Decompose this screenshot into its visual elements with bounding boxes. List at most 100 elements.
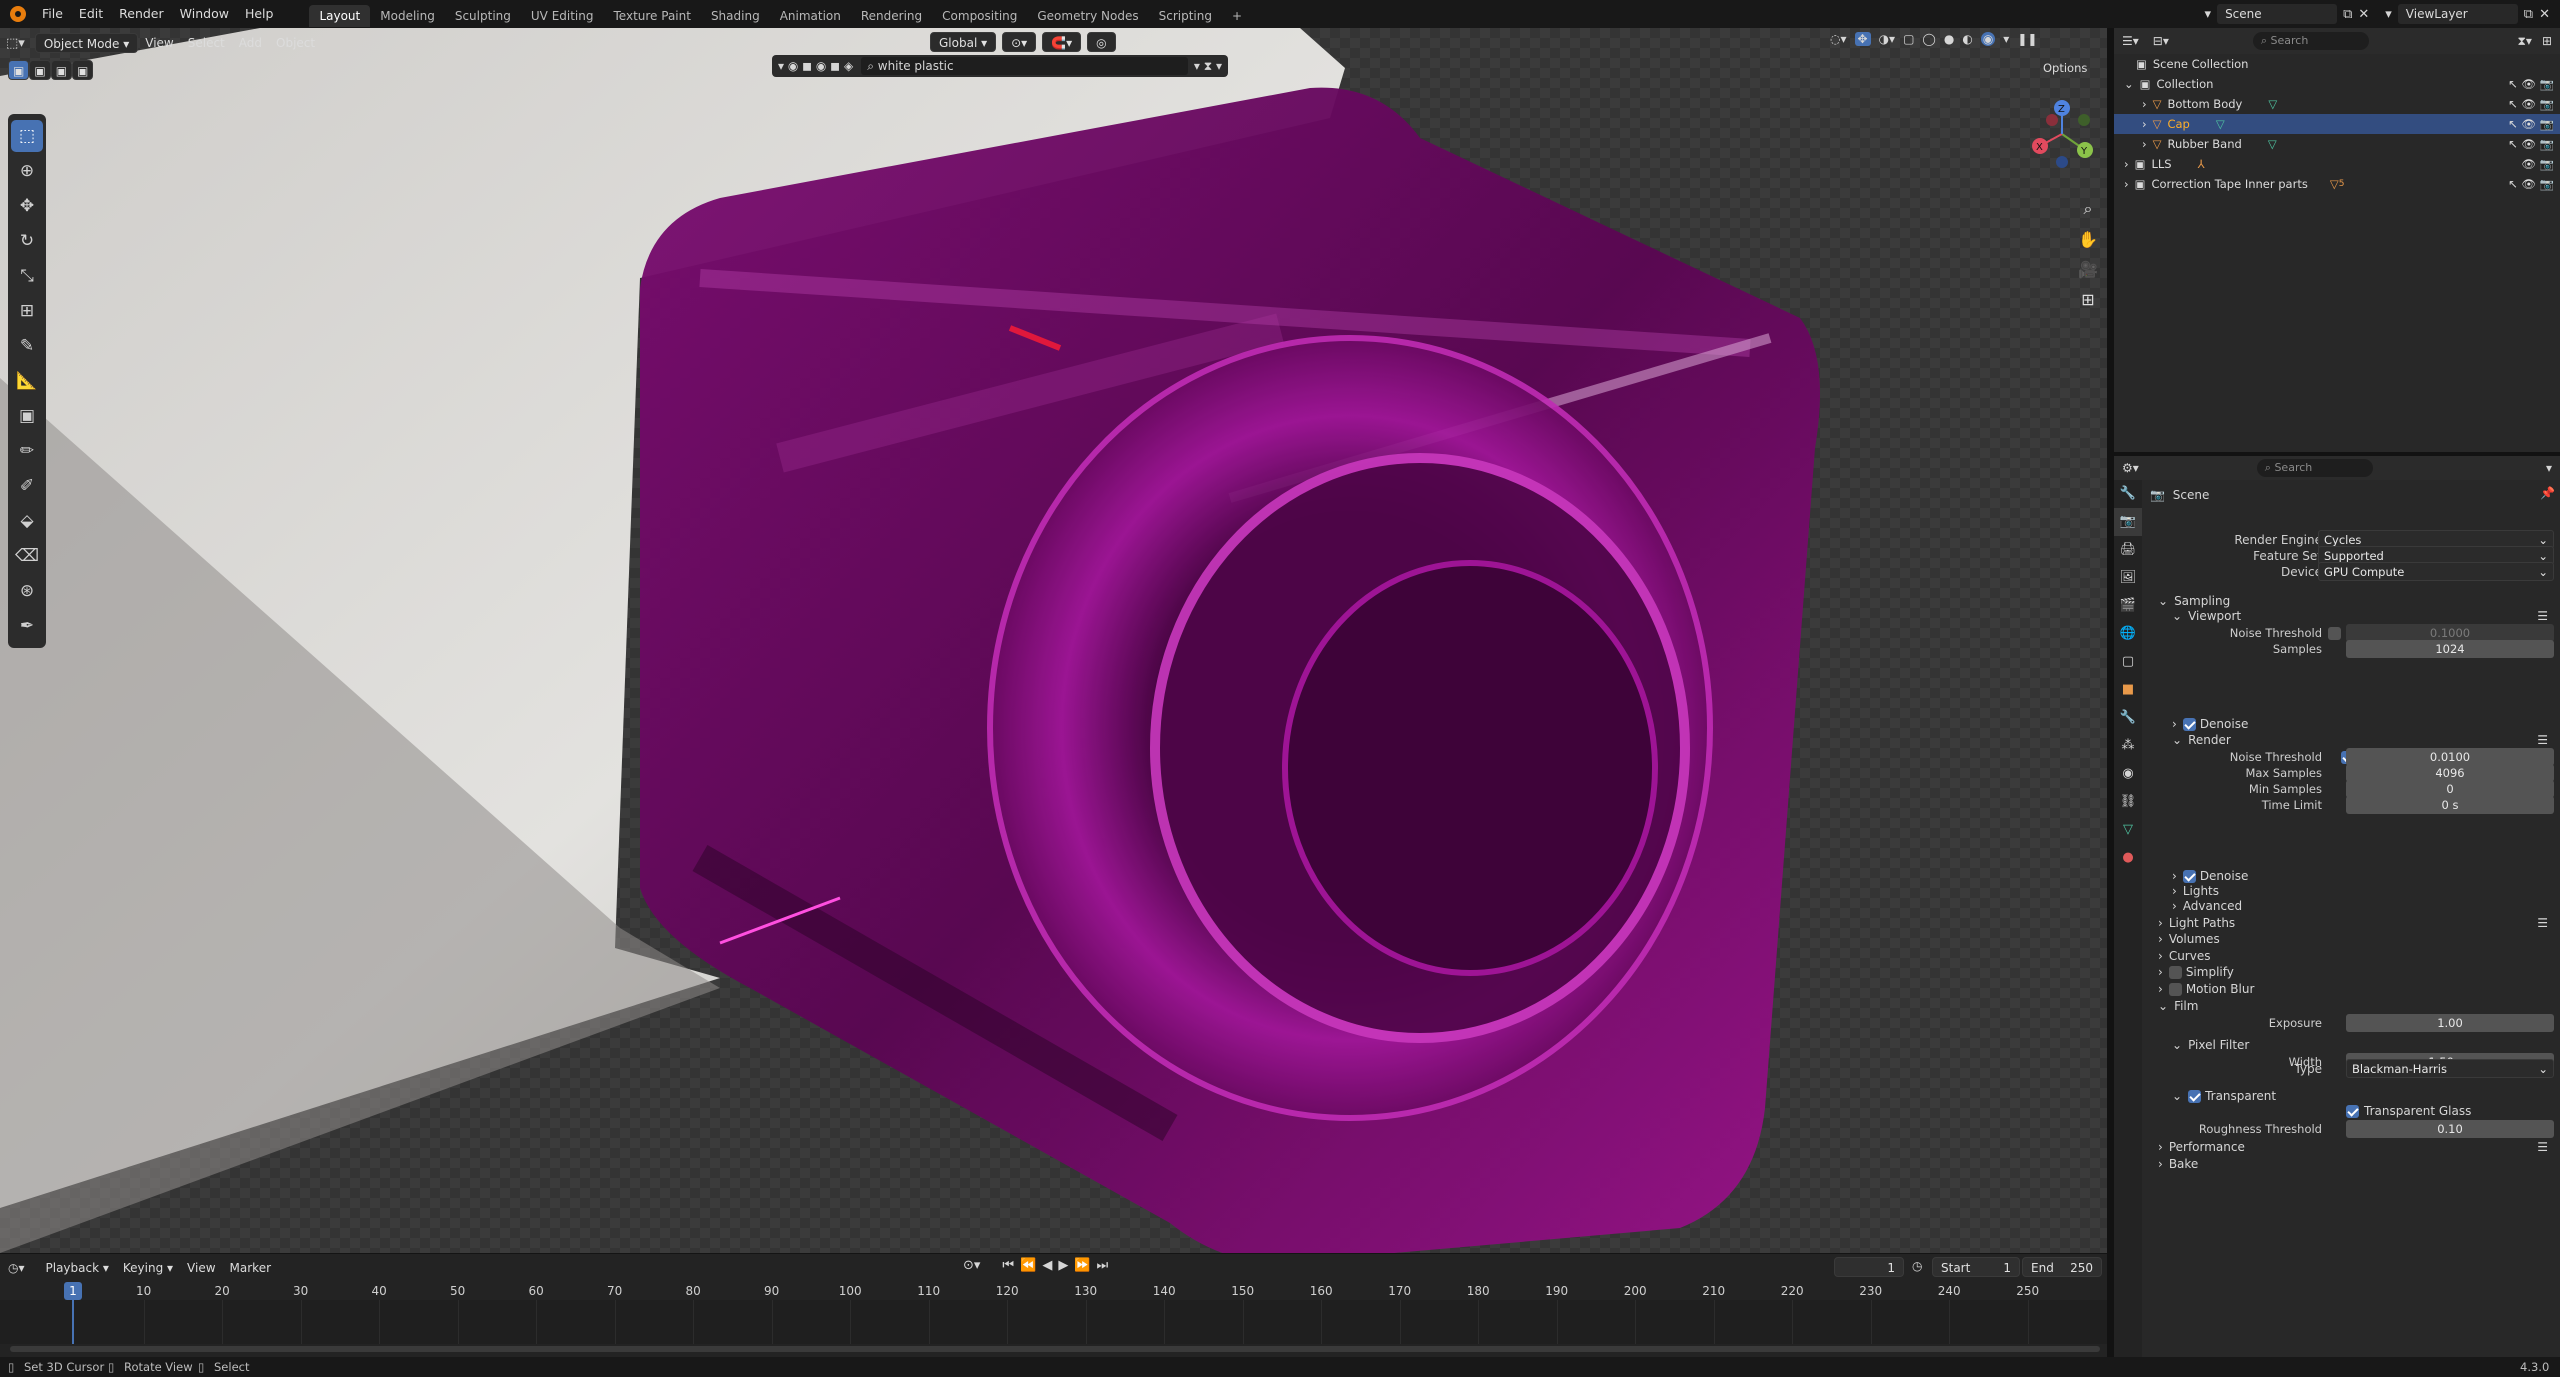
annotate-icon[interactable]: ✎ xyxy=(11,330,43,362)
area-divider-vertical[interactable] xyxy=(2107,28,2114,1357)
motion-blur-panel-checkbox[interactable] xyxy=(2168,983,2182,996)
properties-search-field[interactable]: ⌕ Search xyxy=(2256,459,2373,477)
data-tab-icon[interactable]: ▽ xyxy=(2114,816,2142,844)
world-tab-icon[interactable]: 🌐 xyxy=(2114,620,2142,648)
prev-keyframe-icon[interactable]: ⏪ xyxy=(1020,1258,1036,1273)
add-workspace-button[interactable]: + xyxy=(1222,5,1252,27)
row-toggles-icon[interactable]: ↖ 👁 📷 xyxy=(2508,74,2554,94)
expand-arrow-icon[interactable]: ⌄ xyxy=(2124,74,2134,94)
outliner-row-cap[interactable]: › ▽ Cap ▽ ↖ 👁 📷 xyxy=(2114,114,2560,134)
grid-perspective-icon[interactable]: ⊞ xyxy=(2073,284,2103,314)
expand-arrow-icon[interactable]: › xyxy=(2142,114,2147,134)
pin-icon[interactable]: 📌 xyxy=(2540,486,2555,500)
sample-icon[interactable]: ✒ xyxy=(11,610,43,642)
mode-selector[interactable]: Object Mode ▾ xyxy=(34,33,139,53)
device-dropdown[interactable]: GPU Compute ⌄ xyxy=(2318,562,2554,581)
end-frame-field[interactable]: End 250 xyxy=(2022,1257,2102,1277)
tool-tab-icon[interactable]: 🔧 xyxy=(2114,480,2142,508)
pause-icon[interactable]: ❚❚ xyxy=(2017,32,2037,46)
scene-selector[interactable]: Scene xyxy=(2217,4,2338,24)
viewlayer-browse-icon[interactable]: ▾ xyxy=(2385,7,2392,22)
outliner-editor-icon[interactable]: ☰▾ xyxy=(2122,34,2139,48)
expand-arrow-icon[interactable]: › xyxy=(2124,174,2129,194)
constraints-tab-icon[interactable]: ⛓ xyxy=(2114,788,2142,816)
timeline-track[interactable] xyxy=(0,1300,2107,1344)
list-menu-icon[interactable]: ☰ xyxy=(2537,730,2548,750)
output-tab-icon[interactable]: 🖨 xyxy=(2114,536,2142,564)
tab-scripting[interactable]: Scripting xyxy=(1149,5,1222,27)
draw-icon[interactable]: ✏ xyxy=(11,435,43,467)
menu-marker[interactable]: Marker xyxy=(223,1258,278,1278)
tab-animation[interactable]: Animation xyxy=(770,5,851,27)
playhead[interactable]: 1 xyxy=(64,1282,82,1300)
tab-modeling[interactable]: Modeling xyxy=(370,5,445,27)
tab-layout[interactable]: Layout xyxy=(309,4,371,27)
new-scene-icon[interactable]: ⧉ xyxy=(2343,7,2352,22)
outliner-search-field[interactable]: ⌕ Search xyxy=(2252,32,2369,50)
shading-solid-icon[interactable]: ● xyxy=(1944,32,1954,46)
outliner-row-rubber-band[interactable]: › ▽ Rubber Band ▽ ↖ 👁 📷 xyxy=(2114,134,2560,154)
viewport-search-field[interactable]: ⌕ white plastic xyxy=(861,57,1188,75)
row-toggles-icon[interactable]: ↖ 👁 📷 xyxy=(2508,114,2554,134)
properties-editor-icon[interactable]: ⚙▾ xyxy=(2122,461,2139,475)
row-toggles-icon[interactable]: ↖ 👁 📷 xyxy=(2508,134,2554,154)
menu-render[interactable]: Render xyxy=(111,0,172,28)
blender-logo-icon[interactable] xyxy=(10,6,26,22)
properties-options-icon[interactable]: ▾ xyxy=(2546,461,2552,475)
expand-arrow-icon[interactable]: › xyxy=(2142,94,2147,114)
transparent-subpanel-checkbox[interactable] xyxy=(2188,1090,2202,1103)
rotate-icon[interactable]: ↻ xyxy=(11,225,43,257)
outliner-row-bottom-body[interactable]: › ▽ Bottom Body ▽ ↖ 👁 📷 xyxy=(2114,94,2560,114)
collapse-arrow-icon[interactable]: › xyxy=(2172,899,2177,913)
menu-edit[interactable]: Edit xyxy=(71,0,111,28)
delete-scene-icon[interactable]: ✕ xyxy=(2358,7,2369,22)
options-button[interactable]: Options xyxy=(2036,58,2094,78)
menu-keying[interactable]: Keying ▾ xyxy=(116,1258,180,1278)
overlay-icon[interactable]: ◑▾ xyxy=(1879,32,1896,46)
3d-viewport[interactable]: ⬚▾ Object Mode ▾ View Select Add Object … xyxy=(0,28,2107,1253)
menu-select[interactable]: Select xyxy=(181,33,232,53)
transparent-glass-checkbox[interactable] xyxy=(2346,1105,2359,1118)
viewport-subpanel[interactable]: ⌄ Viewport ☰ xyxy=(2172,606,2554,626)
select-invert-icon[interactable]: ▣ xyxy=(72,60,94,80)
select-extend-icon[interactable]: ▣ xyxy=(29,60,51,80)
erase-icon[interactable]: ⌫ xyxy=(11,540,43,572)
outliner-row-lls[interactable]: › ▣ LLS ⅄ 👁 📷 xyxy=(2114,154,2560,174)
navigation-gizmo[interactable]: X Y Z xyxy=(2020,90,2107,180)
jump-start-icon[interactable]: ⏮ xyxy=(1002,1258,1014,1273)
menu-view[interactable]: View xyxy=(138,33,180,53)
move-icon[interactable]: ✥ xyxy=(11,190,43,222)
tab-compositing[interactable]: Compositing xyxy=(932,5,1027,27)
object-tab-icon[interactable]: ■ xyxy=(2114,676,2142,704)
menu-view-timeline[interactable]: View xyxy=(180,1258,222,1278)
roughness-threshold-field[interactable]: 0.10 xyxy=(2346,1120,2554,1138)
fill-icon[interactable]: ⬙ xyxy=(11,505,43,537)
collapse-arrow-icon[interactable]: › xyxy=(2158,965,2163,979)
menu-add[interactable]: Add xyxy=(232,33,269,53)
collapse-arrow-icon[interactable]: › xyxy=(2158,932,2163,946)
pixel-filter-subpanel[interactable]: ⌄ Pixel Filter xyxy=(2172,1035,2554,1055)
tab-rendering[interactable]: Rendering xyxy=(851,5,932,27)
expand-arrow-icon[interactable]: ⌄ xyxy=(2158,594,2168,608)
viewport-noise-threshold-checkbox[interactable] xyxy=(2328,627,2341,640)
render-tab-icon[interactable]: 📷 xyxy=(2114,508,2142,536)
node-icon[interactable]: ⊛ xyxy=(11,575,43,607)
view-layer-tab-icon[interactable]: 🖼 xyxy=(2114,564,2142,592)
material-tab-icon[interactable]: ● xyxy=(2114,844,2142,872)
new-viewlayer-icon[interactable]: ⧉ xyxy=(2524,7,2533,22)
current-frame-field[interactable]: 1 xyxy=(1834,1257,1904,1277)
start-frame-field[interactable]: Start 1 xyxy=(1932,1257,2020,1277)
menu-help[interactable]: Help xyxy=(237,0,282,28)
menu-object[interactable]: Object xyxy=(269,33,322,53)
collapse-arrow-icon[interactable]: › xyxy=(2158,916,2163,930)
scene-collection-row[interactable]: ▣ Scene Collection xyxy=(2114,54,2560,74)
draw-shape-icon[interactable]: ✐ xyxy=(11,470,43,502)
render-subpanel[interactable]: ⌄ Render ☰ xyxy=(2172,730,2554,750)
gizmo-toggle-icon[interactable]: ✥ xyxy=(1854,32,1871,46)
scene-browse-icon[interactable]: ▾ xyxy=(2205,7,2212,22)
time-limit-field[interactable]: 0 s xyxy=(2346,796,2554,814)
menu-window[interactable]: Window xyxy=(172,0,237,28)
collapse-arrow-icon[interactable]: › xyxy=(2158,949,2163,963)
cursor-icon[interactable]: ⊕ xyxy=(11,155,43,187)
tab-shading[interactable]: Shading xyxy=(701,5,770,27)
